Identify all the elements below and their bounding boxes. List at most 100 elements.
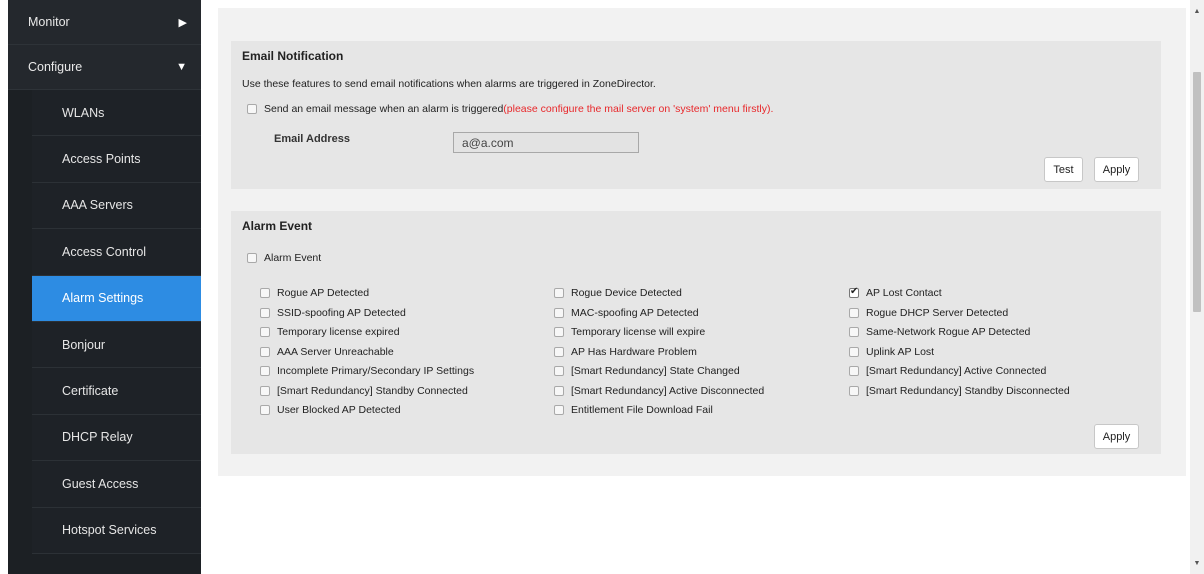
chevron-right-icon: ▶ [178,16,187,29]
sidebar-item-wlans[interactable]: WLANs [32,90,201,137]
alarm-option-checkbox[interactable] [849,307,859,318]
sidebar-item-label: Alarm Settings [62,291,144,306]
email-address-label: Email Address [274,133,351,145]
sidebar-item-label: Certificate [62,384,119,399]
email-address-value: a@a.com [462,135,514,150]
alarm-option: AAA Server Unreachable [260,346,394,358]
sidebar-item-bonjour[interactable]: Bonjour [32,321,201,369]
sidebar-item-monitor[interactable]: Monitor ▶ [8,0,201,45]
sidebar-item-alarm-settings[interactable]: Alarm Settings [32,275,201,322]
send-email-label: Send an email message when an alarm is t… [264,103,504,115]
alarm-option: Temporary license expired [260,326,400,338]
sidebar-item-access-points[interactable]: Access Points [32,136,201,183]
alarm-option-label: [Smart Redundancy] Standby Disconnected [866,384,1070,397]
page: Monitor ▶ Configure ▼ WLANs Access Point… [0,0,1204,574]
sidebar-item-aaa-servers[interactable]: AAA Servers [32,182,201,230]
alarm-option: [Smart Redundancy] Standby Connected [260,385,468,397]
alarm-option-label: AP Has Hardware Problem [571,345,697,358]
panel-title: Alarm Event [242,219,313,233]
sidebar-item-access-control[interactable]: Access Control [32,229,201,276]
alarm-option-checkbox[interactable] [849,327,859,337]
alarm-option-label: Same-Network Rogue AP Detected [866,326,1031,338]
send-email-option: Send an email message when an alarm is t… [247,103,773,115]
alarm-option-checkbox[interactable] [554,366,564,376]
alarm-option-checkbox[interactable] [260,288,270,298]
alarm-option-checkbox[interactable] [260,385,270,396]
sidebar-item-certificate[interactable]: Certificate [32,368,201,415]
chevron-down-icon: ▼ [176,61,187,73]
alarm-option: SSID-spoofing AP Detected [260,307,406,319]
alarm-option-label: Incomplete Primary/Secondary IP Settings [277,365,475,377]
email-apply-button[interactable]: Apply [1094,157,1139,182]
alarm-option-checkbox[interactable] [849,366,859,376]
alarm-option: [Smart Redundancy] Active Disconnected [554,385,764,397]
alarm-option-label: MAC-spoofing AP Detected [571,306,699,319]
sidebar-item-label: Access Points [62,152,141,167]
sidebar-item-label: Guest Access [62,476,139,491]
alarm-option-label: SSID-spoofing AP Detected [277,306,406,319]
alarm-option: MAC-spoofing AP Detected [554,307,699,319]
alarm-option: [Smart Redundancy] Standby Disconnected [849,385,1070,397]
scrollbar-thumb[interactable] [1193,72,1201,312]
email-address-field[interactable]: a@a.com [453,132,639,153]
alarm-option-label: [Smart Redundancy] Active Connected [866,365,1047,377]
alarm-option: Rogue DHCP Server Detected [849,307,1008,319]
alarm-option-checkbox[interactable] [260,307,270,318]
alarm-option: Entitlement File Download Fail [554,404,713,416]
sidebar-item-label: DHCP Relay [62,430,133,445]
alarm-option: [Smart Redundancy] Active Connected [849,365,1046,377]
alarm-option-checkbox[interactable] [260,327,270,337]
alarm-option: AP Lost Contact [849,286,942,299]
alarm-event-panel: Alarm Event Alarm Event Rogue AP Detecte… [231,211,1161,454]
alarm-option-checkbox[interactable] [554,288,564,298]
sidebar-item-label: Bonjour [62,337,106,352]
sidebar-item-dhcp-relay[interactable]: DHCP Relay [32,414,201,462]
email-description: Use these features to send email notific… [242,78,656,90]
alarm-option-label: [Smart Redundancy] State Changed [571,365,740,377]
alarm-option-label: Rogue AP Detected [277,287,370,299]
sidebar-item-guest-access[interactable]: Guest Access [32,461,201,508]
alarm-option-checkbox[interactable] [554,346,564,357]
alarm-option-checkbox[interactable] [554,405,564,415]
alarm-apply-button[interactable]: Apply [1094,424,1139,449]
sidebar-item-hotspot-services[interactable]: Hotspot Services [32,507,201,554]
alarm-option-checkbox[interactable] [554,327,564,337]
mail-server-warning: (please configure the mail server on 'sy… [503,103,774,115]
alarm-option-label: [Smart Redundancy] Standby Connected [277,384,468,397]
page-scrollbar[interactable]: ▲ ▼ [1190,0,1204,574]
alarm-option: AP Has Hardware Problem [554,346,697,358]
alarm-option-label: Temporary license expired [277,326,400,338]
sidebar-item-label: WLANs [62,105,105,120]
sidebar-item-label: AAA Servers [62,198,133,213]
email-notification-panel: Email Notification Use these features to… [231,41,1161,189]
alarm-option: Same-Network Rogue AP Detected [849,326,1030,338]
alarm-option-checkbox[interactable] [849,286,859,298]
alarm-option-label: [Smart Redundancy] Active Disconnected [571,384,765,397]
alarm-option-checkbox[interactable] [849,385,859,396]
alarm-event-master-checkbox[interactable] [247,253,257,263]
scroll-down-icon[interactable]: ▼ [1190,556,1204,570]
test-button[interactable]: Test [1044,157,1083,182]
alarm-option-label: AP Lost Contact [866,287,942,299]
alarm-option: Rogue AP Detected [260,287,369,299]
alarm-option-checkbox[interactable] [260,366,270,376]
sidebar-item-label: Hotspot Services [62,523,157,538]
alarm-option-checkbox[interactable] [260,346,270,357]
alarm-option-label: Uplink AP Lost [866,345,935,358]
alarm-event-master-label: Alarm Event [264,252,322,264]
alarm-option: Temporary license will expire [554,326,705,338]
alarm-option: [Smart Redundancy] State Changed [554,365,740,377]
sidebar-item-configure[interactable]: Configure ▼ [8,45,201,90]
alarm-option-checkbox[interactable] [554,307,564,318]
alarm-option-checkbox[interactable] [849,346,859,357]
scroll-up-icon[interactable]: ▲ [1190,4,1204,18]
alarm-option: Uplink AP Lost [849,346,934,358]
alarm-option-checkbox[interactable] [554,385,564,396]
send-email-checkbox[interactable] [247,104,257,114]
panel-title: Email Notification [242,49,344,63]
alarm-option-checkbox[interactable] [260,405,270,415]
sidebar-item-label: Configure [28,60,83,74]
alarm-option-label: Rogue DHCP Server Detected [866,306,1009,319]
configure-submenu: WLANs Access Points AAA Servers Access C… [8,90,201,554]
alarm-option-label: AAA Server Unreachable [277,345,394,358]
